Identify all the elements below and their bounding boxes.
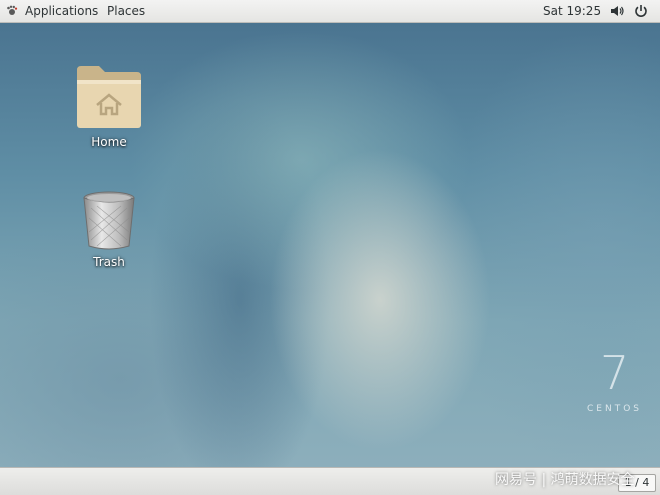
power-icon[interactable] — [634, 4, 648, 18]
centos-version-number: 7 — [600, 346, 630, 400]
trash-icon — [83, 191, 135, 250]
centos-logo-text: CENTOS — [587, 404, 642, 414]
top-panel: Applications Places Sat 19:25 — [0, 0, 660, 23]
clock[interactable]: Sat 19:25 — [543, 0, 601, 22]
desktop-icon-label: Home — [91, 135, 127, 149]
watermark-text: 网易号 | 鸿萌数据安全 — [495, 472, 635, 488]
desktop-icon-trash[interactable]: Trash — [64, 188, 154, 269]
desktop-icon-home[interactable]: Home — [64, 60, 154, 149]
volume-icon[interactable] — [610, 4, 624, 18]
desktop-screen: Applications Places Sat 19:25 Home Trash… — [0, 0, 660, 495]
applications-menu[interactable]: Applications — [25, 0, 98, 22]
gnome-foot-icon[interactable] — [6, 5, 18, 17]
desktop-icon-label: Trash — [93, 255, 125, 269]
places-menu[interactable]: Places — [107, 0, 145, 22]
home-folder-icon — [77, 66, 141, 128]
